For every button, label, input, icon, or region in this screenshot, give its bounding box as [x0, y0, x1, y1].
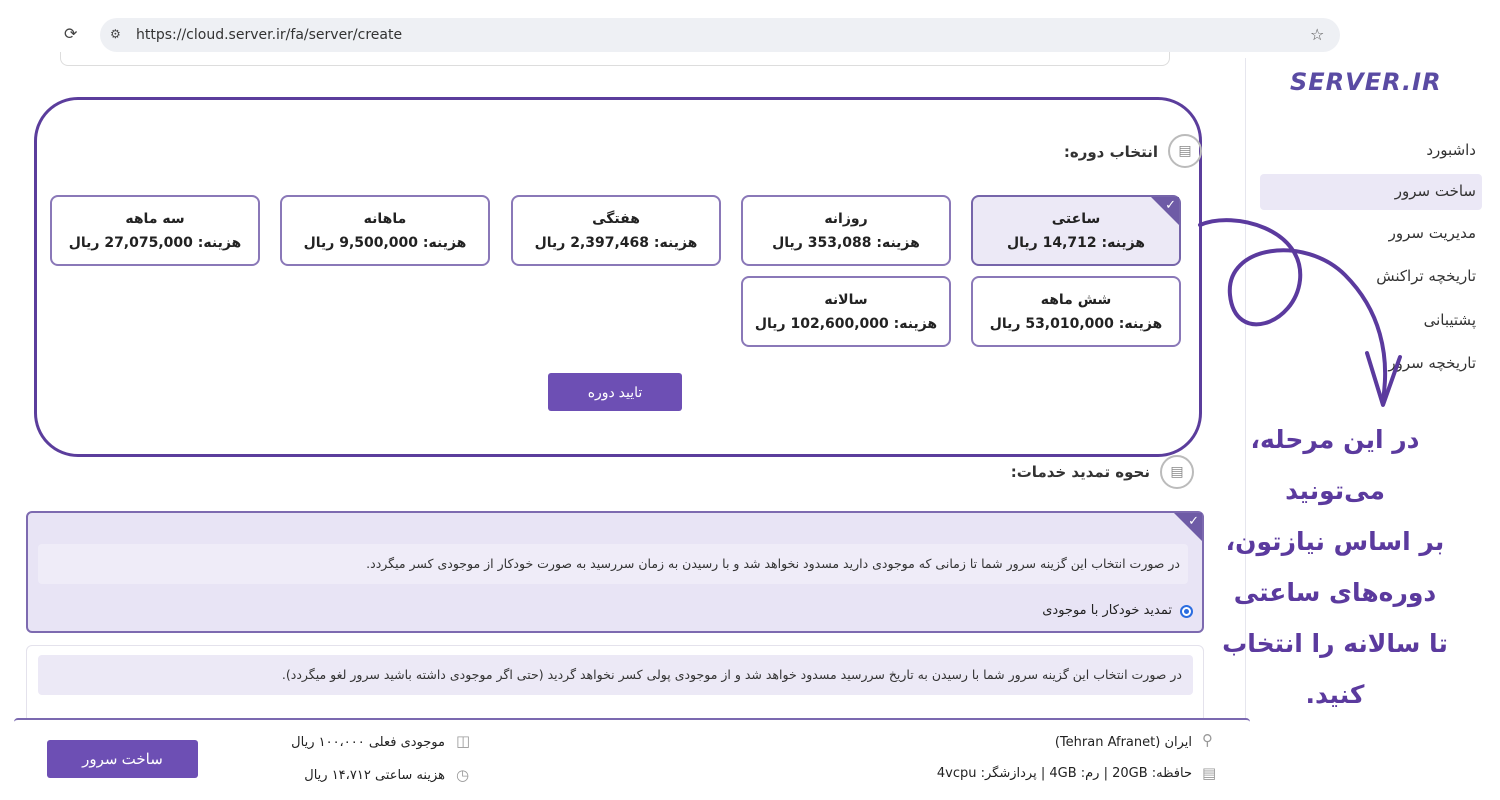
hourly-cost-text: هزینه ساعتی ۱۴،۷۱۲ ریال [304, 768, 445, 783]
period-name: سالانه [824, 292, 868, 308]
period-price: هزینه: 53,010,000 ریال [989, 316, 1163, 332]
site-settings-icon[interactable]: ⚙ [110, 27, 121, 41]
url-text[interactable]: https://cloud.server.ir/fa/server/create [136, 27, 402, 43]
period-section-title: انتخاب دوره: [1063, 143, 1158, 161]
period-name: سه ماهه [125, 211, 185, 227]
annotation-line: تا سالانه را انتخاب کنید. [1222, 629, 1448, 709]
period-card-daily[interactable]: روزانه هزینه: 353,088 ریال [741, 195, 951, 266]
wallet-icon: ◫ [456, 732, 471, 750]
check-icon: ✓ [1188, 514, 1199, 529]
renewal-section-title: نحوه تمدید خدمات: [1010, 463, 1150, 481]
location-pin-icon: ⚲ [1202, 731, 1213, 749]
annotation-line: دوره‌های ساعتی [1233, 578, 1437, 607]
clock-icon: ◷ [456, 766, 470, 784]
card-icon: ▤ [1160, 455, 1194, 489]
period-price: هزینه: 2,397,468 ریال [534, 235, 698, 251]
period-price: هزینه: 102,600,000 ریال [754, 316, 938, 332]
confirm-period-button[interactable]: تایید دوره [548, 373, 682, 411]
radio-auto-renew-label[interactable]: تمدید خودکار با موجودی [1042, 603, 1172, 618]
period-name: روزانه [824, 211, 868, 227]
period-price: هزینه: 9,500,000 ریال [303, 235, 467, 251]
star-icon[interactable]: ☆ [1310, 25, 1324, 44]
period-card-hourly[interactable]: ✓ ساعتی هزینه: 14,712 ریال [971, 195, 1181, 266]
annotation-arrow [1198, 218, 1402, 407]
period-card-yearly[interactable]: سالانه هزینه: 102,600,000 ریال [741, 276, 951, 347]
annotation-text: در این مرحله، می‌تونید بر اساس نیازتون، … [1200, 414, 1470, 720]
period-name: هفتگی [592, 211, 640, 227]
radio-auto-renew[interactable] [1180, 605, 1193, 618]
bottom-summary-bar [14, 718, 1250, 800]
period-card-quarterly[interactable]: سه ماهه هزینه: 27,075,000 ریال [50, 195, 260, 266]
specs-text: حافظه: 20GB | رم: 4GB | پردازشگر: 4vcpu [936, 766, 1192, 781]
location-text: ایران (Tehran Afranet) [1054, 735, 1192, 750]
annotation-line: بر اساس نیازتون، [1225, 527, 1445, 556]
renewal-option-description: در صورت انتخاب این گزینه سرور شما تا زما… [366, 556, 1180, 571]
balance-text: موجودی فعلی ۱۰۰،۰۰۰ ریال [291, 735, 445, 750]
sidebar-item-support[interactable]: پشتیبانی [1424, 311, 1476, 329]
period-price: هزینه: 353,088 ریال [772, 235, 920, 251]
period-price: هزینه: 14,712 ریال [1007, 235, 1145, 251]
period-name: ماهانه [363, 211, 407, 227]
annotation-line: در این مرحله، می‌تونید [1250, 425, 1420, 505]
reload-icon[interactable]: ⟳ [64, 24, 77, 43]
sidebar-item-dashboard[interactable]: داشبورد [1426, 141, 1476, 159]
sidebar-item-create-server[interactable]: ساخت سرور [1395, 182, 1476, 200]
period-name: شش ماهه [1040, 292, 1112, 308]
card-icon: ▤ [1168, 134, 1202, 168]
period-card-weekly[interactable]: هفتگی هزینه: 2,397,468 ریال [511, 195, 721, 266]
logo[interactable]: SERVER.IR [1290, 68, 1442, 96]
server-icon: ▤ [1202, 764, 1217, 782]
period-name: ساعتی [1051, 211, 1101, 227]
period-card-monthly[interactable]: ماهانه هزینه: 9,500,000 ریال [280, 195, 490, 266]
period-price: هزینه: 27,075,000 ریال [68, 235, 242, 251]
period-card-semiannual[interactable]: شش ماهه هزینه: 53,010,000 ریال [971, 276, 1181, 347]
build-server-button[interactable]: ساخت سرور [47, 740, 198, 778]
previous-section-card [60, 52, 1170, 66]
check-icon: ✓ [1165, 198, 1176, 213]
renewal-option-description: در صورت انتخاب این گزینه سرور شما با رسی… [281, 667, 1182, 682]
